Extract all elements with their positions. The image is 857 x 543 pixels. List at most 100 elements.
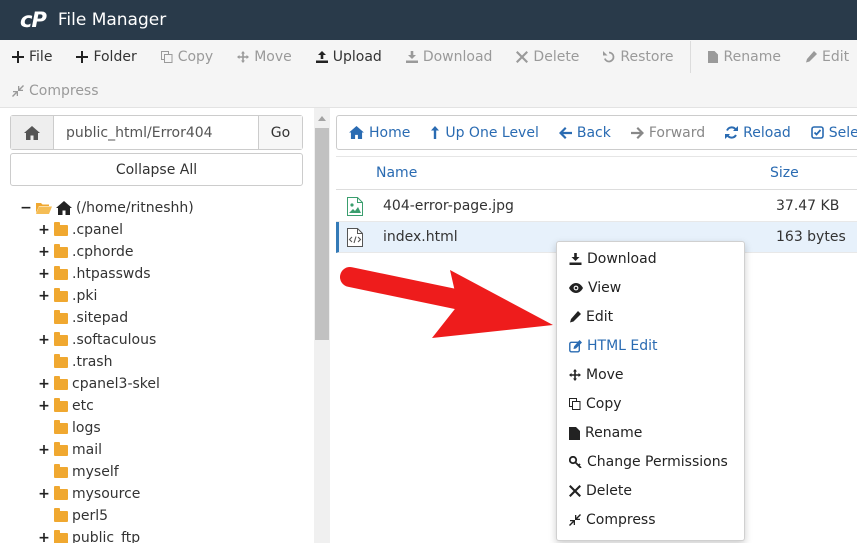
ctx-edit[interactable]: Edit	[569, 306, 613, 328]
path-input[interactable]: public_html/Error404	[54, 116, 258, 149]
left-scrollbar[interactable]	[314, 108, 330, 543]
code-file-icon	[347, 228, 363, 247]
refresh-icon	[725, 126, 739, 139]
tree-item[interactable]: + cpanel3-skel	[38, 373, 160, 395]
new-folder-button[interactable]: Folder	[64, 40, 148, 74]
table-row[interactable]: 404-error-page.jpg 37.47 KB	[336, 191, 857, 222]
pencil-icon	[805, 51, 817, 63]
collapse-all-button[interactable]: Collapse All	[10, 153, 303, 186]
download-button[interactable]: Download	[394, 40, 505, 74]
tree-item-label: .cphorde	[72, 244, 134, 260]
ctx-delete[interactable]: Delete	[569, 480, 632, 502]
tree-item[interactable]: + etc	[38, 395, 94, 417]
undo-icon	[603, 51, 615, 63]
file-size: 163 bytes	[776, 229, 846, 245]
restore-button[interactable]: Restore	[591, 40, 685, 74]
tree-item[interactable]: + .cpanel	[38, 219, 123, 241]
x-icon	[569, 485, 581, 497]
cpanel-logo: cP	[20, 8, 47, 32]
select-all-button[interactable]: Sele	[799, 125, 857, 141]
scrollbar-thumb[interactable]	[315, 128, 329, 340]
edit-button[interactable]: Edit	[793, 40, 857, 74]
tree-root[interactable]: − (/home/ritneshh)	[20, 197, 194, 219]
tree-item[interactable]: + .cphorde	[38, 241, 133, 263]
rename-button[interactable]: Rename	[695, 40, 793, 74]
column-header-size[interactable]: Size	[770, 165, 799, 181]
expand-plus-icon[interactable]: +	[38, 376, 50, 392]
tree-item[interactable]: + mysource	[38, 483, 140, 505]
tree-item[interactable]: + .softaculous	[38, 329, 156, 351]
collapse-minus-icon[interactable]: −	[20, 200, 32, 216]
home-nav-button[interactable]: Home	[337, 125, 418, 141]
file-table: Name Size 404-error-page.jpg 37.47 KB in…	[336, 156, 857, 253]
ctx-copy[interactable]: Copy	[569, 393, 622, 415]
compress-button[interactable]: Compress	[0, 74, 111, 108]
folder-icon	[54, 485, 68, 500]
file-icon	[569, 426, 580, 440]
tree-item-label: logs	[72, 420, 101, 436]
folder-icon	[54, 309, 68, 324]
toolbar-row-1: File Folder Copy Move Upload Download De…	[0, 40, 857, 74]
tree-item-label: .htpasswds	[72, 266, 151, 282]
up-one-level-button[interactable]: Up One Level	[418, 125, 547, 141]
reload-button[interactable]: Reload	[713, 125, 799, 141]
scroll-up-arrow-icon[interactable]	[318, 116, 326, 121]
expand-plus-icon[interactable]: +	[38, 288, 50, 304]
eye-icon	[569, 283, 583, 293]
expand-plus-icon[interactable]: +	[38, 332, 50, 348]
folder-icon	[54, 507, 68, 522]
ctx-move[interactable]: Move	[569, 364, 624, 386]
tree-item[interactable]: + mail	[38, 439, 102, 461]
tree-item-label: myself	[72, 464, 119, 480]
ctx-download[interactable]: Download	[569, 248, 657, 270]
copy-icon	[160, 51, 173, 63]
tree-item[interactable]: myself	[38, 461, 119, 483]
plus-icon	[12, 51, 24, 63]
column-header-name[interactable]: Name	[376, 165, 417, 181]
copy-button[interactable]: Copy	[149, 40, 226, 74]
context-menu: Download View Edit HTML Edit Move Copy R…	[556, 241, 745, 541]
tree-item[interactable]: logs	[38, 417, 101, 439]
navigation-bar: Home Up One Level Back Forward Reload Se…	[336, 115, 857, 150]
back-button[interactable]: Back	[547, 125, 619, 141]
expand-plus-icon[interactable]: +	[38, 266, 50, 282]
move-icon	[569, 369, 581, 381]
tree-item[interactable]: .sitepad	[38, 307, 128, 329]
tree-item[interactable]: + public_ftp	[38, 527, 140, 543]
expand-plus-icon[interactable]: +	[38, 442, 50, 458]
expand-plus-icon[interactable]: +	[38, 244, 50, 260]
expand-plus-icon[interactable]: +	[38, 530, 50, 543]
folder-icon	[54, 287, 68, 302]
go-button[interactable]: Go	[258, 116, 302, 149]
ctx-compress[interactable]: Compress	[569, 509, 656, 531]
home-path-button[interactable]	[11, 116, 54, 149]
folder-icon	[54, 331, 68, 346]
move-button[interactable]: Move	[225, 40, 304, 74]
expand-plus-icon[interactable]: +	[38, 398, 50, 414]
key-icon	[569, 456, 582, 468]
ctx-view[interactable]: View	[569, 277, 621, 299]
expand-plus-icon[interactable]: +	[38, 486, 50, 502]
ctx-change-permissions[interactable]: Change Permissions	[569, 451, 728, 473]
ctx-html-edit[interactable]: HTML Edit	[569, 335, 658, 357]
tree-item[interactable]: + .htpasswds	[38, 263, 151, 285]
home-icon	[24, 125, 40, 140]
upload-button[interactable]: Upload	[304, 40, 394, 74]
file-name: index.html	[383, 229, 458, 245]
tree-item[interactable]: perl5	[38, 505, 108, 527]
new-file-button[interactable]: File	[0, 40, 64, 74]
expand-plus-icon[interactable]: +	[38, 222, 50, 238]
delete-button[interactable]: Delete	[504, 40, 591, 74]
tree-root-label: (/home/ritneshh)	[76, 200, 194, 216]
folder-icon	[54, 419, 68, 434]
compress-icon	[12, 85, 24, 97]
folder-icon	[54, 463, 68, 478]
download-icon	[405, 51, 418, 63]
forward-button[interactable]: Forward	[619, 125, 713, 141]
folder-icon	[54, 397, 68, 412]
tree-item[interactable]: + .pki	[38, 285, 97, 307]
tree-item[interactable]: .trash	[38, 351, 112, 373]
ctx-rename[interactable]: Rename	[569, 422, 642, 444]
arrow-right-icon	[630, 126, 644, 139]
open-folder-icon	[36, 203, 52, 214]
